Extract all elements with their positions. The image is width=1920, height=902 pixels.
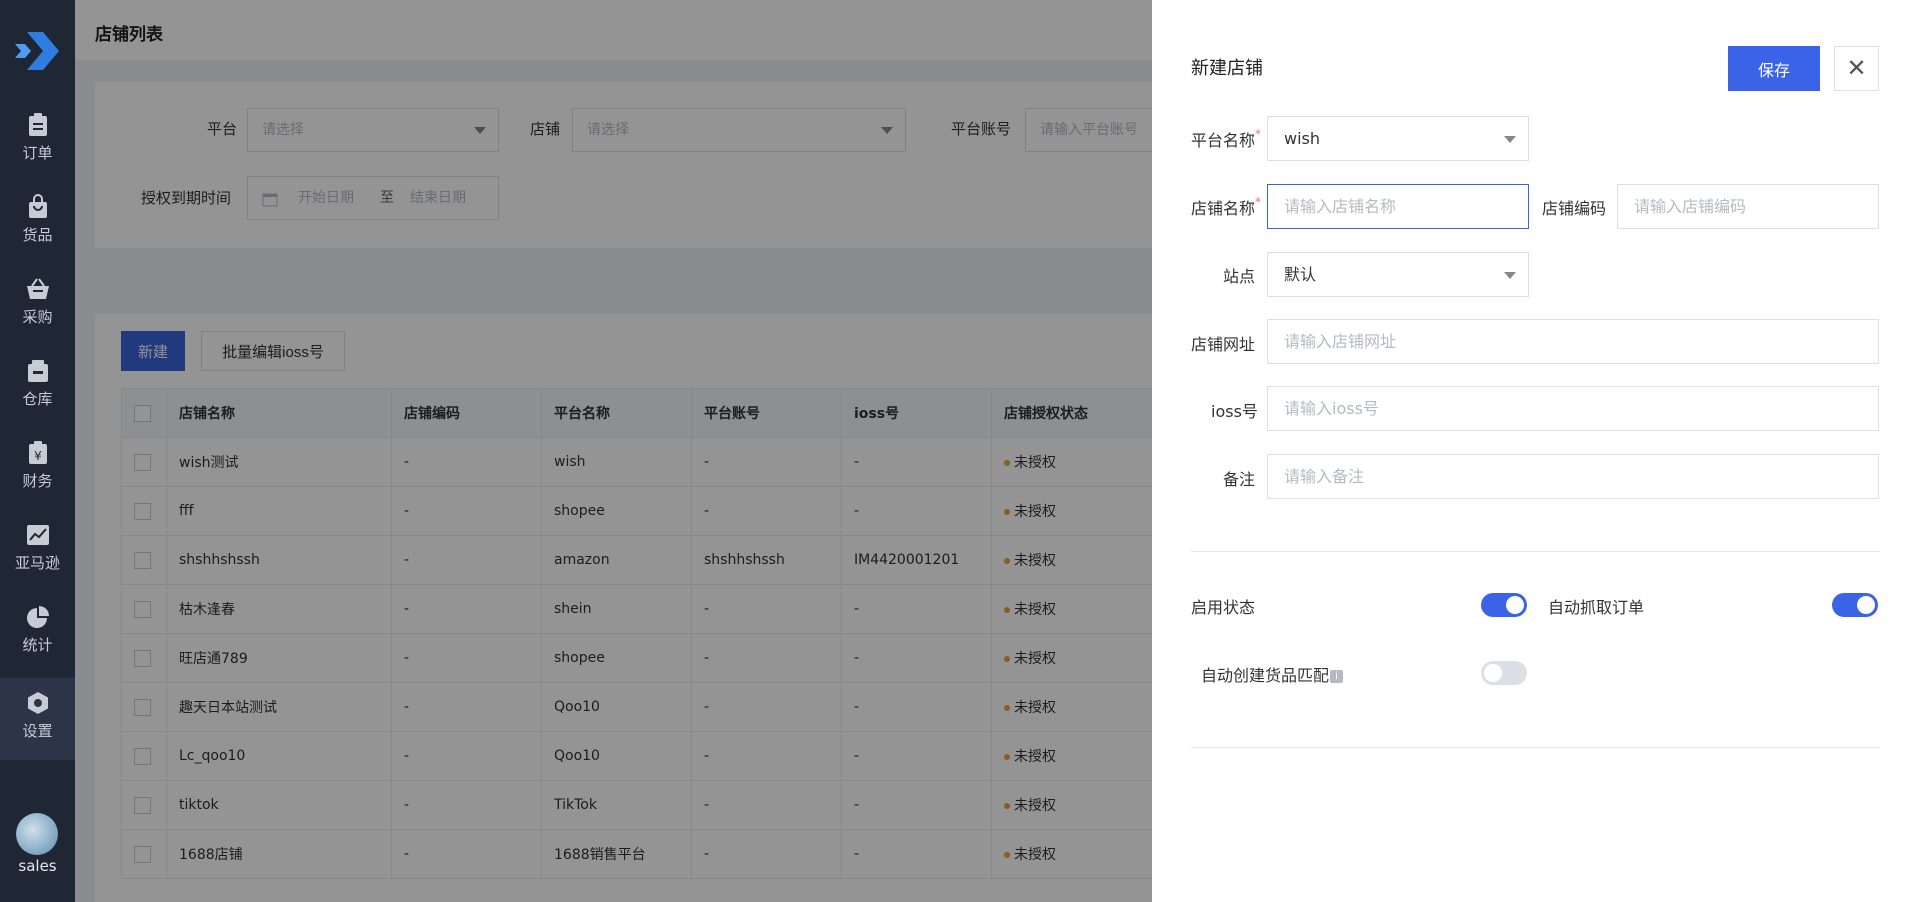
user-name: sales: [18, 857, 57, 875]
platform-name-label-text: 平台名称: [1191, 131, 1256, 150]
caret-down-icon: [1504, 272, 1516, 279]
auto-fetch-orders-toggle[interactable]: [1832, 593, 1878, 617]
sidebar-item-finance[interactable]: ¥ 财务: [0, 428, 75, 510]
shop-name-label-text: 店铺名称: [1191, 199, 1256, 218]
new-shop-drawer: 新建店铺 保存 ✕ 平台名称* wish 店铺名称* 请输入店铺名称 店铺编码 …: [1152, 0, 1920, 902]
caret-down-icon: [1504, 136, 1516, 143]
info-icon[interactable]: i: [1330, 670, 1344, 683]
basket-icon: [27, 278, 49, 299]
sidebar: 订单 货品 采购 仓库 ¥ 财务 亚马逊 统计 设置 sales: [0, 0, 75, 902]
site-label: 站点: [1223, 267, 1256, 286]
drawer-title: 新建店铺: [1191, 58, 1263, 79]
auto-match-label: 自动创建货品匹配 i: [1201, 662, 1344, 686]
svg-text:¥: ¥: [34, 449, 42, 463]
shop-url-label: 店铺网址: [1191, 335, 1256, 354]
enable-status-label: 启用状态: [1191, 598, 1256, 617]
pie-icon: [27, 606, 49, 628]
toggle-knob: [1857, 596, 1875, 614]
modal-overlay[interactable]: [75, 0, 1227, 902]
sidebar-item-stats[interactable]: 统计: [0, 592, 75, 674]
settings-icon: [28, 692, 48, 714]
shop-code-input[interactable]: 请输入店铺编码: [1617, 184, 1879, 229]
close-icon[interactable]: ✕: [1834, 46, 1879, 91]
sidebar-item-label: 设置: [22, 722, 53, 740]
sidebar-item-goods[interactable]: 货品: [0, 182, 75, 264]
sidebar-item-amazon[interactable]: 亚马逊: [0, 510, 75, 592]
clipboard-icon: [29, 113, 47, 136]
site-value: 默认: [1284, 265, 1317, 284]
remark-input[interactable]: 请输入备注: [1267, 454, 1879, 499]
toggle-knob: [1484, 664, 1502, 682]
save-button[interactable]: 保存: [1728, 46, 1820, 91]
avatar[interactable]: [16, 813, 58, 855]
sidebar-item-label: 订单: [22, 144, 53, 162]
ioss-input[interactable]: 请输入ioss号: [1267, 386, 1879, 431]
auto-fetch-orders-label: 自动抓取订单: [1548, 598, 1645, 617]
toggle-knob: [1506, 596, 1524, 614]
remark-label: 备注: [1223, 470, 1256, 489]
sidebar-item-label: 亚马逊: [14, 554, 60, 572]
enable-status-toggle[interactable]: [1481, 593, 1527, 617]
sidebar-item-warehouse[interactable]: 仓库: [0, 346, 75, 428]
ioss-label: ioss号: [1211, 402, 1258, 421]
platform-name-label: 平台名称*: [1191, 127, 1261, 151]
yen-icon: ¥: [29, 441, 47, 464]
shop-url-input[interactable]: 请输入店铺网址: [1267, 319, 1879, 364]
required-mark: *: [1255, 127, 1262, 141]
logo-icon[interactable]: [13, 26, 63, 76]
sidebar-item-orders[interactable]: 订单: [0, 100, 75, 182]
platform-name-select[interactable]: wish: [1267, 116, 1529, 161]
auto-match-label-text: 自动创建货品匹配: [1201, 666, 1330, 685]
sidebar-item-purchase[interactable]: 采购: [0, 264, 75, 346]
sidebar-item-label: 财务: [22, 472, 53, 490]
divider: [1191, 551, 1880, 552]
divider: [1191, 747, 1880, 748]
warehouse-icon: [28, 360, 48, 382]
bag-icon: [29, 194, 47, 218]
sidebar-item-label: 采购: [22, 308, 53, 326]
required-mark: *: [1255, 195, 1262, 209]
shop-name-label: 店铺名称*: [1191, 195, 1261, 219]
shop-code-label: 店铺编码: [1542, 199, 1607, 218]
shop-name-input[interactable]: 请输入店铺名称: [1267, 184, 1529, 229]
sidebar-item-label: 仓库: [22, 390, 53, 408]
sidebar-item-label: 货品: [22, 226, 53, 244]
auto-match-toggle[interactable]: [1481, 661, 1527, 685]
sidebar-item-label: 统计: [22, 636, 53, 654]
chart-icon: [27, 525, 49, 545]
platform-name-value: wish: [1284, 129, 1321, 148]
site-select[interactable]: 默认: [1267, 252, 1529, 297]
sidebar-item-settings[interactable]: 设置: [0, 678, 75, 760]
